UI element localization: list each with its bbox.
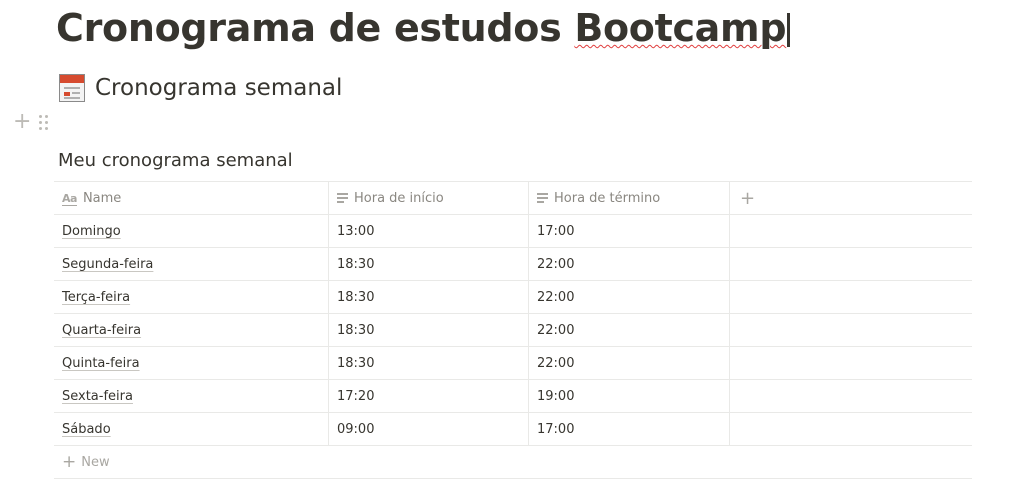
empty-cell — [730, 248, 972, 280]
new-row-cell[interactable]: + New — [54, 446, 972, 478]
start-time-cell[interactable]: 18:30 — [329, 248, 529, 280]
column-header-end-time[interactable]: Hora de término — [529, 182, 730, 214]
empty-cell — [730, 215, 972, 247]
end-time-cell[interactable]: 22:00 — [529, 281, 730, 313]
table-row[interactable]: Quinta-feira 18:30 22:00 — [54, 347, 972, 380]
table-row[interactable]: Sábado 09:00 17:00 — [54, 413, 972, 446]
text-property-icon — [337, 193, 348, 203]
empty-cell — [730, 281, 972, 313]
add-column-cell: + — [730, 182, 972, 214]
start-time-cell[interactable]: 13:00 — [329, 215, 529, 247]
start-time-cell[interactable]: 09:00 — [329, 413, 529, 445]
start-time-cell[interactable]: 18:30 — [329, 347, 529, 379]
name-cell[interactable]: Quinta-feira — [54, 347, 329, 379]
end-time-cell[interactable]: 22:00 — [529, 248, 730, 280]
name-cell[interactable]: Sexta-feira — [54, 380, 329, 412]
table-row[interactable]: Terça-feira 18:30 22:00 — [54, 281, 972, 314]
add-column-icon[interactable]: + — [738, 188, 755, 209]
row-name: Sábado — [62, 421, 111, 437]
name-cell[interactable]: Quarta-feira — [54, 314, 329, 346]
row-name: Quarta-feira — [62, 322, 142, 338]
page-title[interactable]: Cronograma de estudos Bootcamp — [56, 6, 791, 50]
section-heading[interactable]: Cronograma semanal — [59, 74, 342, 102]
name-cell[interactable]: Terça-feira — [54, 281, 329, 313]
start-time-cell[interactable]: 18:30 — [329, 281, 529, 313]
new-row-label: New — [81, 454, 110, 470]
table-row[interactable]: Segunda-feira 18:30 22:00 — [54, 248, 972, 281]
end-time-cell[interactable]: 22:00 — [529, 347, 730, 379]
start-time-cell[interactable]: 17:20 — [329, 380, 529, 412]
section-heading-text: Cronograma semanal — [95, 75, 343, 101]
start-time-cell[interactable]: 18:30 — [329, 314, 529, 346]
calendar-icon — [59, 74, 85, 102]
end-time-cell[interactable]: 22:00 — [529, 314, 730, 346]
block-handles: + — [13, 111, 49, 133]
end-time-cell[interactable]: 17:00 — [529, 215, 730, 247]
table-header-row: Aa Name Hora de início Hora de término + — [54, 182, 972, 215]
column-header-label: Hora de início — [354, 190, 444, 206]
table-row[interactable]: Sexta-feira 17:20 19:00 — [54, 380, 972, 413]
database-title[interactable]: Meu cronograma semanal — [58, 150, 293, 171]
name-cell[interactable]: Domingo — [54, 215, 329, 247]
notion-page: Cronograma de estudos Bootcamp Cronogram… — [0, 0, 1033, 502]
empty-cell — [730, 314, 972, 346]
column-header-label: Name — [82, 190, 122, 206]
table-row[interactable]: Domingo 13:00 17:00 — [54, 215, 972, 248]
title-text: Cronograma de estudos — [56, 6, 575, 50]
empty-cell — [730, 347, 972, 379]
end-time-cell[interactable]: 17:00 — [529, 413, 730, 445]
empty-cell — [730, 380, 972, 412]
column-header-name[interactable]: Aa Name — [54, 182, 329, 214]
column-header-label: Hora de término — [554, 190, 661, 206]
empty-cell — [730, 413, 972, 445]
name-cell[interactable]: Segunda-feira — [54, 248, 329, 280]
title-misspelled-word: Bootcamp — [574, 6, 787, 50]
drag-handle-icon[interactable] — [39, 114, 49, 130]
text-property-icon — [537, 193, 548, 203]
table-row[interactable]: Quarta-feira 18:30 22:00 — [54, 314, 972, 347]
text-cursor — [787, 13, 791, 47]
end-time-cell[interactable]: 19:00 — [529, 380, 730, 412]
database-table: Aa Name Hora de início Hora de término +… — [54, 181, 972, 479]
row-name: Quinta-feira — [62, 355, 140, 371]
row-name: Segunda-feira — [62, 256, 154, 272]
column-header-start-time[interactable]: Hora de início — [329, 182, 529, 214]
add-block-icon[interactable]: + — [13, 111, 31, 133]
row-name: Domingo — [62, 223, 121, 239]
row-name: Sexta-feira — [62, 388, 133, 404]
row-name: Terça-feira — [62, 289, 131, 305]
plus-icon: + — [62, 452, 77, 472]
name-cell[interactable]: Sábado — [54, 413, 329, 445]
title-property-icon: Aa — [62, 191, 77, 206]
new-row-button[interactable]: + New — [54, 446, 972, 479]
